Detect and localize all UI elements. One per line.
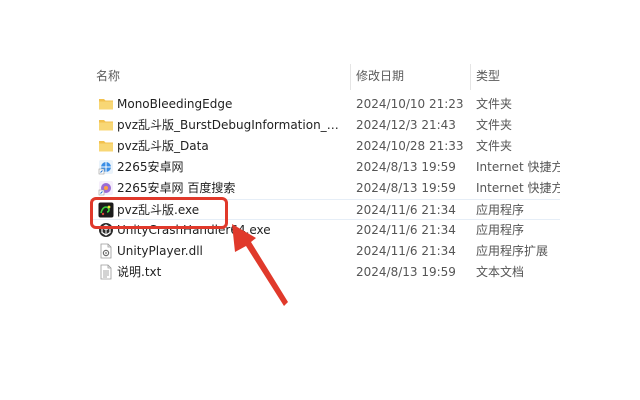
column-header-name[interactable]: 名称 [96, 64, 120, 88]
file-row[interactable]: UnityCrashHandler64.exe 2024/11/6 21:34 … [90, 220, 560, 241]
folder-icon [98, 138, 114, 154]
file-row[interactable]: pvz乱斗版_BurstDebugInformation_D... 2024/1… [90, 115, 560, 136]
file-name: 2265安卓网 百度搜索 [117, 181, 236, 195]
unity-exe-icon [98, 222, 114, 238]
file-date: 2024/8/13 19:59 [356, 181, 456, 195]
column-header-type[interactable]: 类型 [476, 64, 500, 88]
file-type: 文件夹 [476, 118, 513, 132]
file-row[interactable]: MonoBleedingEdge 2024/10/10 21:23 文件夹 [90, 94, 560, 115]
file-name: pvz乱斗版_Data [117, 139, 209, 153]
file-date: 2024/12/3 21:43 [356, 118, 456, 132]
file-date: 2024/11/6 21:34 [356, 223, 456, 237]
file-explorer-view: 名称 修改日期 类型 MonoBleedingEdge 2024/10/10 2… [0, 0, 640, 400]
file-type: 应用程序 [476, 203, 525, 217]
file-type: 文件夹 [476, 97, 513, 111]
file-name: 说明.txt [117, 265, 162, 279]
file-date: 2024/11/6 21:34 [356, 244, 456, 258]
file-name: UnityCrashHandler64.exe [117, 223, 271, 237]
internet-shortcut-icon [98, 180, 114, 196]
file-type: Internet 快捷方式 [476, 181, 560, 195]
file-name: MonoBleedingEdge [117, 97, 233, 111]
file-date: 2024/10/10 21:23 [356, 97, 464, 111]
file-row[interactable]: 2265安卓网 2024/8/13 19:59 Internet 快捷方式 [90, 157, 560, 178]
file-date: 2024/10/28 21:33 [356, 139, 464, 153]
column-divider[interactable] [350, 64, 351, 90]
file-row[interactable]: pvz乱斗版.exe 2024/11/6 21:34 应用程序 [90, 199, 560, 220]
file-row[interactable]: 2265安卓网 百度搜索 2024/8/13 19:59 Internet 快捷… [90, 178, 560, 199]
file-name: pvz乱斗版.exe [117, 203, 200, 217]
file-row[interactable]: UnityPlayer.dll 2024/11/6 21:34 应用程序扩展 [90, 241, 560, 262]
file-date: 2024/8/13 19:59 [356, 265, 456, 279]
file-type: 文本文档 [476, 265, 525, 279]
folder-icon [98, 117, 114, 133]
file-type: 文件夹 [476, 139, 513, 153]
internet-shortcut-icon [98, 159, 114, 175]
folder-icon [98, 96, 114, 112]
file-name: UnityPlayer.dll [117, 244, 203, 258]
file-list: MonoBleedingEdge 2024/10/10 21:23 文件夹 pv… [90, 94, 560, 283]
file-date: 2024/8/13 19:59 [356, 160, 456, 174]
file-name: 2265安卓网 [117, 160, 184, 174]
file-date: 2024/11/6 21:34 [356, 203, 456, 217]
file-row[interactable]: pvz乱斗版_Data 2024/10/28 21:33 文件夹 [90, 136, 560, 157]
game-exe-icon [98, 202, 114, 218]
file-name: pvz乱斗版_BurstDebugInformation_D... [117, 118, 342, 132]
file-type: 应用程序扩展 [476, 244, 549, 258]
text-file-icon [98, 264, 114, 280]
dll-icon [98, 243, 114, 259]
file-row[interactable]: 说明.txt 2024/8/13 19:59 文本文档 [90, 262, 560, 283]
column-header-bar: 名称 修改日期 类型 [90, 64, 560, 90]
column-header-date[interactable]: 修改日期 [356, 64, 404, 88]
file-type: Internet 快捷方式 [476, 160, 560, 174]
column-divider[interactable] [470, 64, 471, 90]
file-type: 应用程序 [476, 223, 525, 237]
